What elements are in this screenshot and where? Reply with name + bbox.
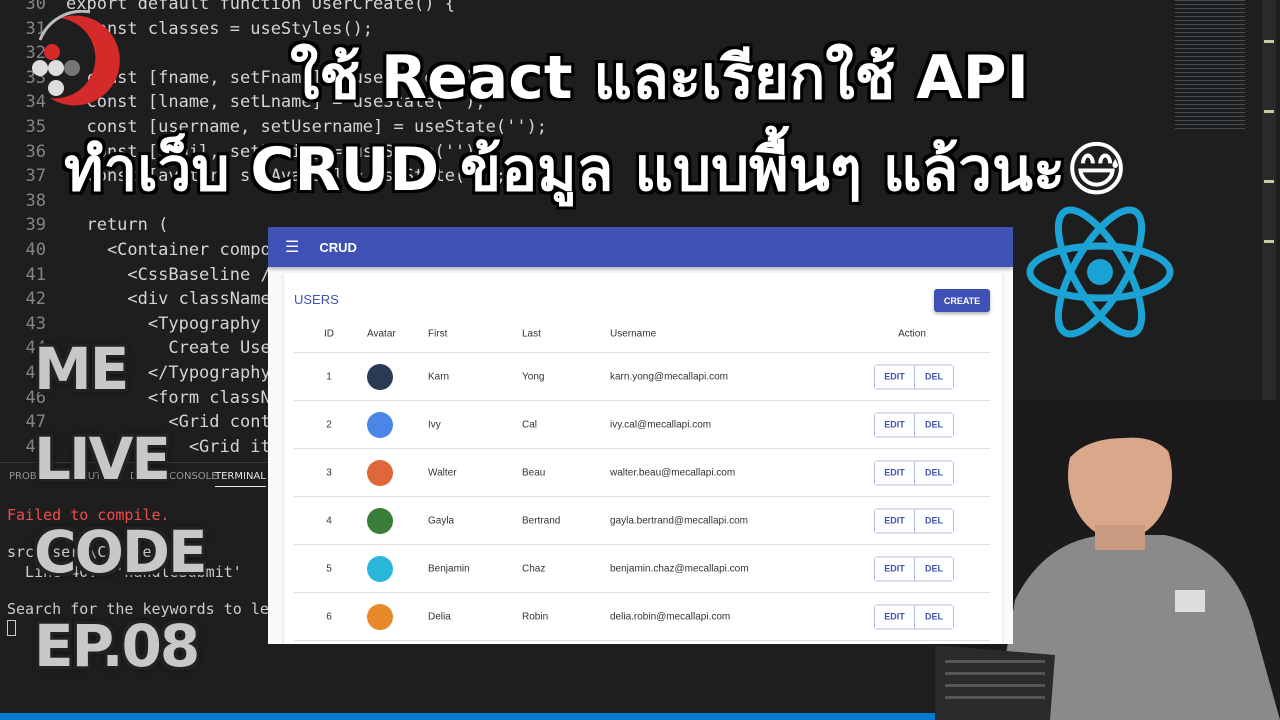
col-last: Last	[522, 328, 541, 339]
crud-app-window: ☰ CRUD USERS CREATE ID Avatar First Last…	[268, 227, 1013, 644]
users-panel: USERS CREATE ID Avatar First Last Userna…	[284, 273, 1002, 644]
action-buttons: EDIT DEL	[874, 604, 954, 629]
editor-scrollbar[interactable]	[1262, 0, 1276, 410]
title-text: ทำเว็บ CRUD ข้อมูล แบบพื้นๆ แล้วนะ	[64, 135, 1066, 205]
line-number: 43	[25, 313, 46, 334]
cell-id: 1	[326, 371, 332, 382]
col-avatar: Avatar	[367, 328, 396, 339]
avatar	[367, 603, 393, 630]
cell-first: Karn	[428, 371, 450, 382]
cell-username: ivy.cal@mecallapi.com	[610, 419, 712, 430]
cell-first: Delia	[428, 611, 451, 622]
action-buttons: EDIT DEL	[874, 412, 954, 437]
delete-button[interactable]: DEL	[914, 605, 953, 628]
sweat-smile-emoji: 😅	[1065, 135, 1128, 205]
action-buttons: EDIT DEL	[874, 460, 954, 485]
table-row: 6 Delia Robin delia.robin@mecallapi.com …	[294, 593, 990, 641]
cell-first: Ivy	[428, 419, 441, 430]
delete-button[interactable]: DEL	[914, 557, 953, 580]
avatar	[367, 459, 393, 486]
action-buttons: EDIT DEL	[874, 364, 954, 389]
edit-button[interactable]: EDIT	[875, 605, 914, 628]
table-row: 4 Gayla Bertrand gayla.bertrand@mecallap…	[294, 497, 990, 545]
col-id: ID	[324, 328, 334, 339]
cell-id: 2	[326, 419, 332, 430]
table-row: 5 Benjamin Chaz benjamin.chaz@mecallapi.…	[294, 545, 990, 593]
edit-button[interactable]: EDIT	[875, 413, 914, 436]
series-me: ME	[34, 335, 129, 403]
cell-username: gayla.bertrand@mecallapi.com	[610, 515, 748, 526]
table-row: 2 Ivy Cal ivy.cal@mecallapi.com EDIT DEL	[294, 401, 990, 449]
cell-id: 6	[326, 611, 332, 622]
line-number: 39	[25, 215, 46, 236]
edit-button[interactable]: EDIT	[875, 461, 914, 484]
users-table: ID Avatar First Last Username Action 1 K…	[294, 315, 990, 641]
code-line[interactable]: <Typography c	[66, 314, 281, 334]
react-logo-icon	[1026, 206, 1174, 338]
cell-first: Gayla	[428, 515, 455, 526]
table-row: 3 Walter Beau walter.beau@mecallapi.com …	[294, 449, 990, 497]
thumbnail-title-line1: ใช้ React และเรียกใช้ API	[290, 43, 1029, 113]
terminal-cursor	[7, 620, 16, 636]
cell-last: Robin	[522, 611, 549, 622]
cell-id: 4	[326, 515, 332, 526]
series-code: CODE	[34, 518, 208, 586]
line-number: 41	[25, 264, 46, 285]
cell-id: 5	[326, 563, 332, 574]
thumbnail-title-line2: ทำเว็บ CRUD ข้อมูล แบบพื้นๆ แล้วนะ😅	[64, 122, 1128, 217]
avatar	[367, 507, 393, 534]
code-line[interactable]: return (	[66, 215, 168, 235]
line-number: 38	[25, 190, 46, 211]
action-buttons: EDIT DEL	[874, 508, 954, 533]
avatar	[367, 555, 393, 582]
code-line[interactable]: <div className=	[66, 289, 281, 309]
line-number: 42	[25, 289, 46, 310]
section-title: USERS	[294, 292, 339, 307]
cell-last: Cal	[522, 419, 538, 430]
series-episode: EP.08	[34, 612, 200, 680]
minimap[interactable]	[1175, 0, 1245, 130]
line-number: 40	[25, 240, 46, 260]
cell-username: delia.robin@mecallapi.com	[610, 611, 731, 622]
line-number: 37	[25, 166, 46, 187]
edit-button[interactable]: EDIT	[875, 509, 914, 532]
cell-first: Walter	[428, 467, 457, 478]
menu-icon[interactable]: ☰	[285, 237, 299, 257]
cell-first: Benjamin	[428, 563, 470, 574]
cell-last: Yong	[522, 371, 545, 382]
cell-username: karn.yong@mecallapi.com	[610, 371, 728, 382]
table-row: 1 Karn Yong karn.yong@mecallapi.com EDIT…	[294, 353, 990, 401]
cell-id: 3	[326, 467, 332, 478]
table-header: ID Avatar First Last Username Action	[294, 315, 990, 353]
avatar	[367, 411, 393, 438]
code-line[interactable]: <CssBaseline />	[66, 265, 281, 285]
create-button[interactable]: CREATE	[934, 289, 990, 312]
delete-button[interactable]: DEL	[914, 461, 953, 484]
line-number: 35	[25, 117, 46, 137]
col-first: First	[428, 328, 448, 339]
delete-button[interactable]: DEL	[914, 413, 953, 436]
series-live: LIVE	[34, 425, 171, 493]
col-username: Username	[610, 328, 657, 339]
channel-logo-icon	[32, 10, 120, 106]
cell-last: Chaz	[522, 563, 546, 574]
delete-button[interactable]: DEL	[914, 365, 953, 388]
cell-last: Bertrand	[522, 515, 561, 526]
edit-button[interactable]: EDIT	[875, 557, 914, 580]
edit-button[interactable]: EDIT	[875, 365, 914, 388]
avatar	[367, 363, 393, 390]
app-title: CRUD	[319, 239, 357, 255]
cell-last: Beau	[522, 467, 546, 478]
delete-button[interactable]: DEL	[914, 509, 953, 532]
action-buttons: EDIT DEL	[874, 556, 954, 581]
cell-username: benjamin.chaz@mecallapi.com	[610, 563, 749, 574]
line-number: 36	[25, 141, 46, 162]
app-bar: ☰ CRUD	[268, 227, 1013, 267]
tab-terminal[interactable]: TERMINAL	[215, 471, 266, 487]
cell-username: walter.beau@mecallapi.com	[610, 467, 736, 478]
col-action: Action	[898, 328, 926, 339]
